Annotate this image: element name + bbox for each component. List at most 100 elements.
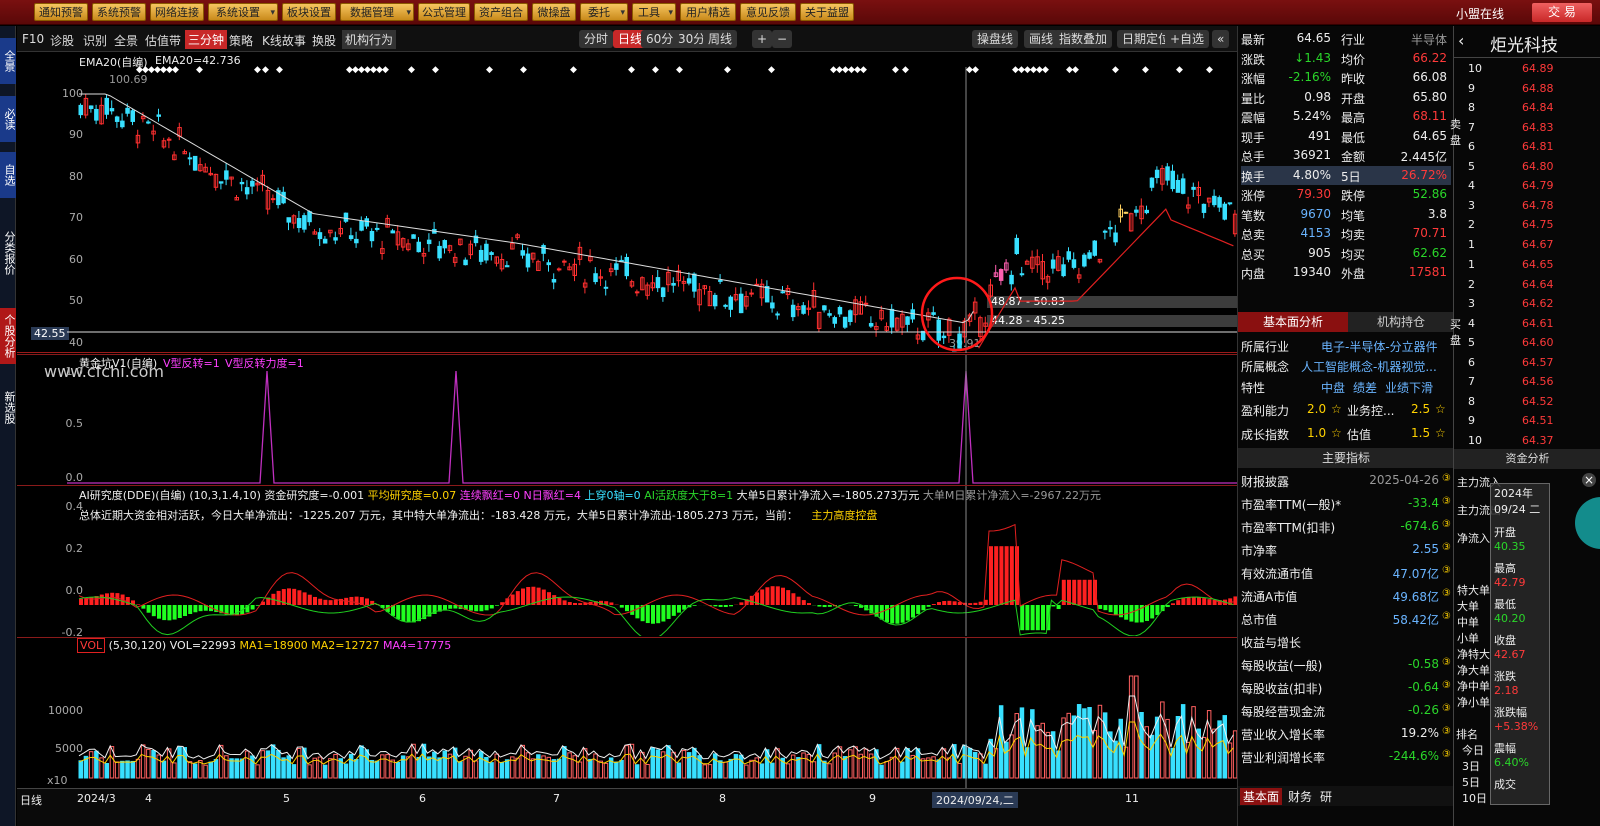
tab-institution[interactable]: 机构持仓 xyxy=(1348,312,1454,332)
v-reversal-pane[interactable]: 黄金坑V1(自编) V型反转=1 V型反转力度=1 1.0 0.5 0.0 xyxy=(17,355,1237,485)
period-tab[interactable]: 周线 xyxy=(703,30,738,48)
bottom-tabs: 基本面 财务 研 xyxy=(1238,786,1454,806)
tab-fundamental[interactable]: 基本面分析 xyxy=(1238,312,1348,332)
trade-button[interactable]: 交 易 xyxy=(1532,3,1592,22)
top-menu-item[interactable]: 板块设置 xyxy=(282,3,336,21)
top-menu-item[interactable]: 系统设置 xyxy=(208,3,278,22)
toolbar-item[interactable]: K线故事 xyxy=(262,32,306,49)
left-nav-item[interactable]: 个股分析 xyxy=(0,308,16,364)
ask-row[interactable]: 3 64.78 xyxy=(1460,199,1600,214)
top-menu-item[interactable]: 委托 xyxy=(580,3,628,22)
top-menu-item[interactable]: 关于益盟 xyxy=(800,3,854,21)
tab-finance[interactable]: 财务 xyxy=(1288,788,1312,805)
bid-row[interactable]: 8 64.52 xyxy=(1460,395,1600,410)
bid-row[interactable]: 9 64.51 xyxy=(1460,414,1600,429)
period-label[interactable]: 日线 xyxy=(20,792,42,808)
ask-row[interactable]: 7 64.83 xyxy=(1460,121,1600,136)
toolbar-item[interactable]: 估值带 xyxy=(145,32,181,49)
ask-row[interactable]: 9 64.88 xyxy=(1460,82,1600,97)
toolbar-right-item[interactable]: +自选 xyxy=(1165,30,1210,48)
signal-diamond-icon: ◆ xyxy=(1142,65,1149,75)
bid-row[interactable]: 10 64.37 xyxy=(1460,434,1600,449)
bid-row[interactable]: 6 64.57 xyxy=(1460,356,1600,371)
ask-price: 64.83 xyxy=(1522,120,1554,134)
tab-basic[interactable]: 基本面 xyxy=(1240,788,1283,805)
info-icon[interactable]: ③ xyxy=(1442,680,1451,691)
toolbar-item[interactable]: 诊股 xyxy=(50,32,74,49)
top-menu-item[interactable]: 资产组合 xyxy=(474,3,528,21)
concept-value[interactable]: 人工智能概念-机器视觉... xyxy=(1301,358,1451,375)
bid-row[interactable]: 4 64.61 xyxy=(1460,317,1600,332)
ask-row[interactable]: 10 64.89 xyxy=(1460,62,1600,77)
star-icon: ☆ xyxy=(1435,426,1446,440)
top-menu-item[interactable]: 用户精选 xyxy=(680,3,736,21)
ask-row[interactable]: 4 64.79 xyxy=(1460,179,1600,194)
signal-diamond-icon: ◆ xyxy=(902,65,909,75)
ask-row[interactable]: 2 64.75 xyxy=(1460,218,1600,233)
ask-row[interactable]: 1 64.67 xyxy=(1460,238,1600,253)
quote-value: 4.80% xyxy=(1292,167,1331,182)
bid-row[interactable]: 5 64.60 xyxy=(1460,336,1600,351)
bid-row[interactable]: 2 64.64 xyxy=(1460,278,1600,293)
tooltip-value: 2.18 xyxy=(1494,684,1519,697)
info-icon[interactable]: ③ xyxy=(1442,542,1451,553)
top-menu-item[interactable]: 微操盘 xyxy=(532,3,576,21)
close-icon[interactable]: × xyxy=(1582,473,1596,487)
ask-row[interactable]: 5 64.80 xyxy=(1460,160,1600,175)
tab-research[interactable]: 研 xyxy=(1320,788,1332,805)
top-menu-item[interactable]: 意见反馈 xyxy=(740,3,796,21)
left-nav-item[interactable]: 分类报价 xyxy=(0,218,16,288)
collapse-icon[interactable]: « xyxy=(1212,30,1230,48)
toolbar-right-item[interactable]: 指数叠加 xyxy=(1054,30,1113,48)
info-icon[interactable]: ③ xyxy=(1442,519,1451,530)
toolbar-item[interactable]: F10 xyxy=(22,32,44,46)
info-icon[interactable]: ③ xyxy=(1442,473,1451,484)
left-nav-item[interactable]: 新选股 xyxy=(0,384,16,430)
left-nav-item[interactable]: 全景 xyxy=(0,38,16,84)
left-nav-item[interactable]: 必读 xyxy=(0,96,16,142)
info-icon[interactable]: ③ xyxy=(1442,565,1451,576)
toolbar-item[interactable]: 机构行为 xyxy=(342,30,397,49)
industry-value[interactable]: 电子-半导体-分立器件 xyxy=(1321,338,1438,355)
info-icon[interactable]: ③ xyxy=(1442,496,1451,507)
info-icon[interactable]: ③ xyxy=(1442,657,1451,668)
top-menu-item[interactable]: 网络连接 xyxy=(150,3,204,21)
toolbar-item[interactable]: 换股 xyxy=(312,32,336,49)
info-icon[interactable]: ③ xyxy=(1442,703,1451,714)
top-menu-item[interactable]: 公式管理 xyxy=(418,3,470,21)
toolbar-item[interactable]: 识别 xyxy=(83,32,107,49)
metric-row: 营业收入增长率 19.2% ③ xyxy=(1241,724,1451,743)
toolbar-item[interactable]: 全景 xyxy=(114,32,138,49)
zoom-in-icon[interactable]: + xyxy=(752,30,773,48)
fund-label: 净特大 xyxy=(1457,648,1490,661)
ai-research-pane[interactable]: AI研究度(DDE)(自编) (10,3,1.4,10) 资金研究度=-0.00… xyxy=(17,486,1237,639)
toolbar-right-item[interactable]: 操盘线 xyxy=(972,30,1019,48)
left-nav-item[interactable]: 自选 xyxy=(0,152,16,198)
top-menu-item[interactable]: 工具 xyxy=(632,3,676,22)
period-tab[interactable]: 分时 xyxy=(579,30,614,48)
quote-value: 2.445亿 xyxy=(1400,150,1447,164)
back-arrow-icon[interactable]: ‹ xyxy=(1458,31,1464,50)
rating-label: 业务控... xyxy=(1347,404,1395,418)
top-menu-item[interactable]: 系统预警 xyxy=(92,3,146,21)
toolbar-item[interactable]: 策略 xyxy=(229,32,253,49)
info-icon[interactable]: ③ xyxy=(1442,726,1451,737)
tooltip-value: 40.20 xyxy=(1494,612,1526,625)
ask-row[interactable]: 8 64.84 xyxy=(1460,101,1600,116)
bid-row[interactable]: 3 64.62 xyxy=(1460,297,1600,312)
info-icon[interactable]: ③ xyxy=(1442,749,1451,760)
kline-pane[interactable]: EMA20(自编) EMA20=42.736 100 90 80 70 60 50 40 4… xyxy=(17,53,1237,353)
top-menu-item[interactable]: 数据管理 xyxy=(340,3,414,22)
bid-row[interactable]: 7 64.56 xyxy=(1460,375,1600,390)
volume-pane[interactable]: VOL (5,30,120) VOL=22993 MA1=18900 MA2=1… xyxy=(17,638,1237,788)
bid-row[interactable]: 1 64.65 xyxy=(1460,258,1600,273)
toolbar-right-item[interactable]: 画线 xyxy=(1024,30,1059,48)
tooltip-label: 最高 xyxy=(1494,562,1516,575)
bid-price: 64.60 xyxy=(1522,336,1554,349)
zoom-out-icon[interactable]: − xyxy=(772,30,793,48)
info-icon[interactable]: ③ xyxy=(1442,588,1451,599)
info-icon[interactable]: ③ xyxy=(1442,611,1451,622)
top-menu-item[interactable]: 通知预警 xyxy=(34,3,88,21)
ask-row[interactable]: 6 64.81 xyxy=(1460,140,1600,155)
toolbar-item[interactable]: 三分钟 xyxy=(185,30,228,49)
